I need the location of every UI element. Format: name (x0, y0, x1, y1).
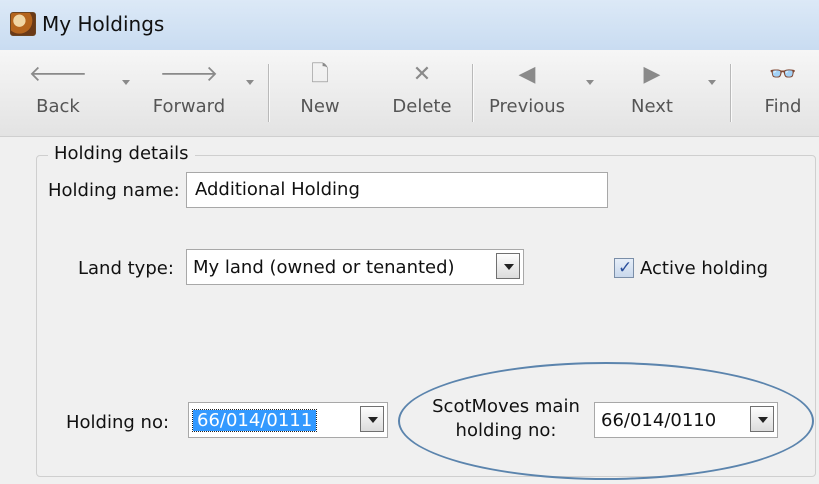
delete-x-icon: ✕ (412, 62, 432, 87)
forward-button[interactable]: 🡒 Forward (144, 50, 234, 136)
scotmoves-main-holding-label: ScotMoves main holding no: (418, 395, 594, 443)
back-dropdown-chevron-down-icon[interactable] (122, 80, 130, 85)
delete-label: Delete (392, 96, 452, 117)
find-label: Find (764, 96, 802, 117)
holding-no-dropdown[interactable]: 66/014/0111 (188, 402, 388, 438)
next-button[interactable]: ▶ Next (624, 50, 680, 136)
land-type-dropdown[interactable]: My land (owned or tenanted) (186, 249, 524, 285)
scotmoves-label-line2: holding no: (455, 420, 557, 441)
scotmoves-label-line1: ScotMoves main (432, 396, 580, 417)
binoculars-icon: 👓 (769, 62, 797, 87)
find-button[interactable]: 👓 Find (758, 50, 808, 136)
scotmoves-holding-no-value: 66/014/0110 (601, 410, 717, 431)
scotmoves-chevron-down-icon[interactable] (750, 406, 774, 432)
land-type-chevron-down-icon[interactable] (496, 253, 520, 279)
triangle-right-icon: ▶ (643, 62, 661, 87)
toolbar-separator (472, 64, 474, 122)
previous-label: Previous (488, 96, 566, 117)
back-label: Back (36, 96, 80, 117)
holding-details-title: Holding details (48, 143, 195, 164)
new-document-icon: 🗋 (311, 62, 329, 87)
next-label: Next (631, 96, 673, 117)
checkmark-icon: ✓ (618, 258, 633, 278)
scotmoves-holding-no-dropdown[interactable]: 66/014/0110 (594, 402, 778, 438)
my-holdings-window: My Holdings 🡐 Back 🡒 Forward 🗋 New ✕ Del… (0, 0, 819, 484)
new-button[interactable]: 🗋 New (292, 50, 348, 136)
land-type-label: Land type: (78, 258, 174, 279)
active-holding-label: Active holding (640, 258, 769, 279)
forward-dropdown-chevron-down-icon[interactable] (246, 80, 254, 85)
next-dropdown-chevron-down-icon[interactable] (708, 80, 716, 85)
triangle-left-icon: ◀ (518, 62, 536, 87)
holding-no-value: 66/014/0111 (191, 409, 318, 432)
new-label: New (300, 96, 340, 117)
toolbar-separator (730, 64, 732, 122)
title-bar: My Holdings (0, 0, 819, 50)
holding-app-icon (10, 12, 36, 36)
arrow-left-icon: 🡐 (28, 62, 88, 87)
previous-button[interactable]: ◀ Previous (484, 50, 570, 136)
holding-no-chevron-down-icon[interactable] (360, 406, 384, 432)
arrow-right-icon: 🡒 (159, 62, 219, 87)
active-holding-checkbox[interactable]: ✓ (614, 258, 634, 278)
previous-dropdown-chevron-down-icon[interactable] (586, 80, 594, 85)
window-title: My Holdings (42, 12, 165, 36)
toolbar: 🡐 Back 🡒 Forward 🗋 New ✕ Delete ◀ Previo… (0, 50, 819, 137)
holding-no-label: Holding no: (66, 412, 170, 433)
forward-label: Forward (152, 96, 226, 117)
land-type-value: My land (owned or tenanted) (193, 257, 455, 278)
delete-button[interactable]: ✕ Delete (384, 50, 460, 136)
back-button[interactable]: 🡐 Back (29, 50, 88, 136)
holding-name-input[interactable]: Additional Holding (186, 172, 608, 208)
toolbar-separator (268, 64, 270, 122)
holding-name-label: Holding name: (48, 180, 180, 201)
